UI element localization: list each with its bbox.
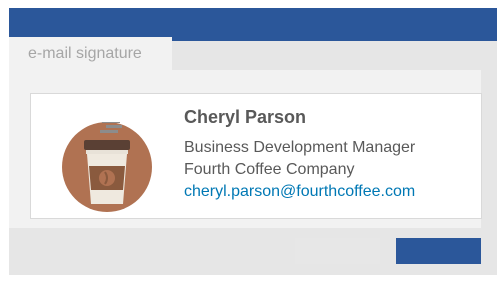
avatar <box>62 120 152 212</box>
signature-job-title: Business Development Manager <box>184 139 416 156</box>
coffee-cup-icon <box>62 120 152 212</box>
signature-name: Cheryl Parson <box>184 107 307 127</box>
cancel-button[interactable] <box>295 238 380 264</box>
tab-email-signature[interactable]: e-mail signature <box>9 37 172 70</box>
ok-button[interactable] <box>396 238 481 264</box>
signature-company: Fourth Coffee Company <box>184 161 355 178</box>
signature-email-link[interactable]: cheryl.parson@fourthcoffee.com <box>184 183 415 201</box>
